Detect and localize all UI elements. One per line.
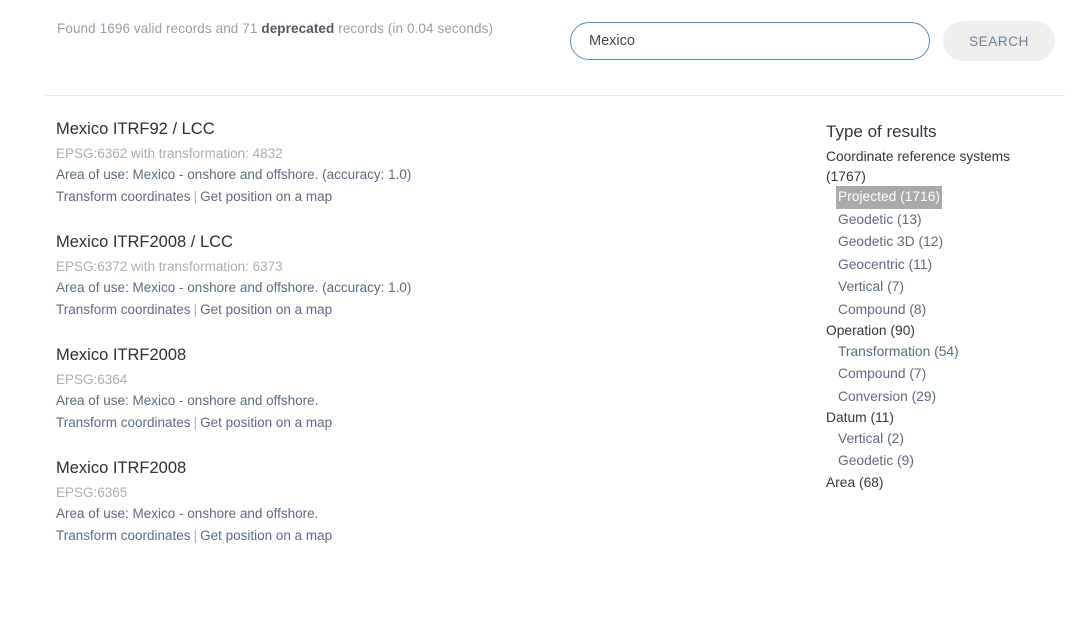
facet-group-datum: Datum (11) Vertical (2) Geodetic (9): [826, 408, 1051, 473]
result-actions: Transform coordinates | Get position on a …: [56, 525, 796, 547]
facet-item-operation-compound[interactable]: Compound (7): [838, 363, 926, 386]
facet-group-operation: Operation (90) Transformation (54) Compo…: [826, 321, 1051, 408]
facet-row: Geocentric (11): [826, 254, 1051, 277]
result-item: Mexico ITRF2008 EPSG:6364 Area of use: M…: [56, 344, 796, 434]
result-area-of-use: Area of use: Mexico - onshore and offsho…: [56, 506, 319, 521]
results-list: Mexico ITRF92 / LCC EPSG:6362 with trans…: [56, 118, 796, 570]
get-position-on-map-link[interactable]: Get position on a map: [200, 189, 332, 204]
facet-row: Vertical (7): [826, 276, 1051, 299]
facet-item-conversion[interactable]: Conversion (29): [838, 386, 936, 409]
result-title: Mexico ITRF2008: [56, 459, 187, 477]
deprecated-records-link[interactable]: deprecated: [261, 21, 334, 36]
results-summary: Found 1696 valid records and 71 deprecat…: [57, 21, 493, 36]
result-actions: Transform coordinates | Get position on a …: [56, 186, 796, 208]
transform-coordinates-link[interactable]: Transform coordinates: [56, 528, 191, 543]
results-summary-prefix: Found 1696 valid records and 71: [57, 21, 262, 36]
facet-item-compound[interactable]: Compound (8): [838, 299, 926, 322]
result-area-of-use: Area of use: Mexico - onshore and offsho…: [56, 280, 412, 295]
result-epsg-code: EPSG:6362 with transformation: 4832: [56, 146, 283, 161]
facet-row: Transformation (54): [826, 341, 1051, 364]
action-separator: |: [193, 415, 198, 430]
header-divider: [45, 95, 1065, 96]
facet-group-coordinate-reference-systems: Coordinate reference systems (1767) Proj…: [826, 147, 1051, 321]
result-epsg-code: EPSG:6372 with transformation: 6373: [56, 259, 283, 274]
facet-group-area: Area (68): [826, 473, 1051, 493]
facet-group-label: Coordinate reference systems (1767): [826, 149, 1011, 184]
facet-sidebar: Type of results Coordinate reference sys…: [826, 120, 1051, 492]
facet-group-label: Datum (11): [826, 410, 894, 425]
transform-coordinates-link[interactable]: Transform coordinates: [56, 415, 191, 430]
facet-row: Projected (1716): [826, 186, 1051, 209]
facet-item-datum-geodetic[interactable]: Geodetic (9): [838, 450, 914, 473]
get-position-on-map-link[interactable]: Get position on a map: [200, 528, 332, 543]
facet-group-label: Area (68): [826, 474, 884, 490]
result-area-of-use: Area of use: Mexico - onshore and offsho…: [56, 393, 319, 408]
facet-group-label: Operation (90): [826, 323, 915, 338]
search-button[interactable]: SEARCH: [943, 21, 1055, 61]
facet-item-transformation[interactable]: Transformation (54): [838, 341, 959, 364]
result-epsg-code: EPSG:6364: [56, 372, 128, 387]
result-item: Mexico ITRF2008 EPSG:6365 Area of use: M…: [56, 457, 796, 547]
result-actions: Transform coordinates | Get position on a …: [56, 412, 796, 434]
top-bar: Found 1696 valid records and 71 deprecat…: [0, 0, 1081, 95]
facet-sidebar-title: Type of results: [826, 122, 937, 141]
results-summary-suffix: records (in 0.04 seconds): [334, 21, 494, 36]
facet-item-geocentric[interactable]: Geocentric (11): [838, 254, 932, 277]
result-epsg-code: EPSG:6365: [56, 485, 128, 500]
get-position-on-map-link[interactable]: Get position on a map: [200, 302, 332, 317]
result-title: Mexico ITRF2008: [56, 346, 187, 364]
search-input[interactable]: [570, 22, 930, 60]
search-results-page: Found 1696 valid records and 71 deprecat…: [0, 0, 1081, 618]
facet-item-geodetic-3d[interactable]: Geodetic 3D (12): [838, 231, 943, 254]
action-separator: |: [193, 302, 198, 317]
result-item: Mexico ITRF2008 / LCC EPSG:6372 with tra…: [56, 231, 796, 321]
facet-row: Conversion (29): [826, 386, 1051, 409]
facet-row: Geodetic 3D (12): [826, 231, 1051, 254]
facet-item-datum-vertical[interactable]: Vertical (2): [838, 428, 904, 451]
facet-item-vertical[interactable]: Vertical (7): [838, 276, 904, 299]
facet-row: Vertical (2): [826, 428, 1051, 451]
action-separator: |: [193, 189, 198, 204]
result-actions: Transform coordinates | Get position on a …: [56, 299, 796, 321]
transform-coordinates-link[interactable]: Transform coordinates: [56, 189, 191, 204]
search-bar: SEARCH: [570, 21, 1055, 61]
result-area-of-use: Area of use: Mexico - onshore and offsho…: [56, 167, 412, 182]
result-title: Mexico ITRF92 / LCC: [56, 120, 215, 138]
result-title: Mexico ITRF2008 / LCC: [56, 233, 233, 251]
facet-item-projected[interactable]: Projected (1716): [836, 186, 943, 209]
get-position-on-map-link[interactable]: Get position on a map: [200, 415, 332, 430]
facet-row: Compound (8): [826, 299, 1051, 322]
facet-row: Geodetic (9): [826, 450, 1051, 473]
facet-row: Compound (7): [826, 363, 1051, 386]
action-separator: |: [193, 528, 198, 543]
transform-coordinates-link[interactable]: Transform coordinates: [56, 302, 191, 317]
facet-row: Geodetic (13): [826, 209, 1051, 232]
result-item: Mexico ITRF92 / LCC EPSG:6362 with trans…: [56, 118, 796, 208]
facet-item-geodetic[interactable]: Geodetic (13): [838, 209, 922, 232]
